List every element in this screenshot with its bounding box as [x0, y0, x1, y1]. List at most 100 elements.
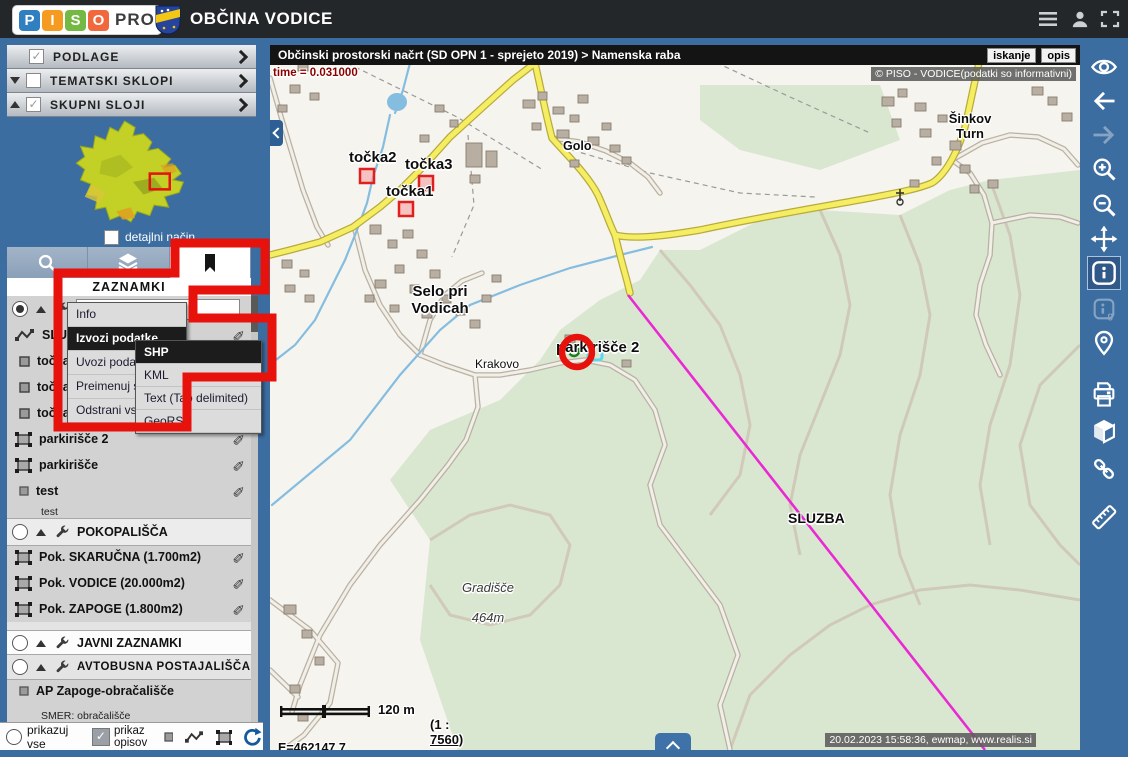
- show-desc-checkbox[interactable]: ✓: [92, 728, 110, 746]
- show-desc-label: prikaz opisov: [114, 725, 154, 749]
- print-icon[interactable]: [1090, 381, 1118, 409]
- podlage-checkbox[interactable]: ✓: [29, 49, 44, 64]
- list-spacer: [7, 622, 251, 630]
- panel-bar-skupni[interactable]: ✓ SKUPNI SLOJI: [7, 93, 256, 117]
- bookmark-item-zapoge[interactable]: Pok. ZAPOGE (1.800m2) ✎: [7, 596, 251, 622]
- piso-logo[interactable]: P I S O PRO: [12, 5, 162, 35]
- edit-icon[interactable]: ✎: [232, 548, 245, 566]
- submenu-item-text[interactable]: Text (Tab delimited): [136, 387, 261, 410]
- search-button[interactable]: iskanje: [987, 48, 1036, 63]
- bottom-strip: [0, 750, 1128, 757]
- polygon-tool-icon[interactable]: [216, 730, 232, 745]
- tools-wrench-icon[interactable]: [54, 635, 70, 651]
- refresh-icon[interactable]: [242, 727, 263, 747]
- tematski-checkbox[interactable]: ✓: [26, 73, 41, 88]
- user-icon[interactable]: [1070, 10, 1090, 28]
- collapse-up-icon[interactable]: [36, 640, 46, 647]
- detail-mode-checkbox[interactable]: ✓: [104, 230, 119, 245]
- tab-search[interactable]: [7, 247, 88, 278]
- group-radio[interactable]: [12, 301, 28, 317]
- map-label-tocka2: točka2: [349, 149, 397, 166]
- collapse-up-icon[interactable]: [36, 529, 46, 536]
- svg-text:g: g: [1108, 310, 1114, 320]
- chevron-right-icon: [234, 74, 248, 88]
- edit-icon[interactable]: ✎: [232, 482, 245, 500]
- polygon-icon: [15, 550, 32, 565]
- bookmark-item-vodice[interactable]: Pok. VODICE (20.000m2) ✎: [7, 570, 251, 596]
- tab-bookmarks[interactable]: [170, 247, 251, 278]
- collapse-up-icon[interactable]: [36, 664, 46, 671]
- bookmark-icon: [199, 252, 221, 274]
- map-label-gradisce: Gradišče 464m: [448, 565, 528, 625]
- map-label-krakovo: Krakovo: [475, 357, 519, 371]
- bookmarks-panel-title: ZAZNAMKI: [7, 278, 251, 296]
- collapse-down-icon[interactable]: [10, 77, 20, 84]
- bookmark-item-test[interactable]: test ✎: [7, 478, 251, 504]
- map-label-golo: Golo: [563, 139, 591, 153]
- logo-letter: P: [19, 10, 40, 31]
- show-all-radio[interactable]: [6, 729, 22, 745]
- edit-icon[interactable]: ✎: [232, 574, 245, 592]
- sidebar-collapse-tab[interactable]: [270, 120, 283, 146]
- bookmark-group-avtobusna[interactable]: AVTOBUSNA POSTAJALIŠČA: [7, 654, 251, 680]
- show-all-label: prikazuj vse: [27, 723, 87, 751]
- point-icon: [19, 408, 30, 419]
- collapse-up-icon[interactable]: [36, 306, 46, 313]
- share-link-icon[interactable]: [1090, 455, 1118, 483]
- submenu-item-georss[interactable]: GeoRSS: [136, 410, 261, 433]
- pan-move-icon[interactable]: [1090, 225, 1118, 253]
- tools-wrench-icon[interactable]: [54, 659, 70, 675]
- point-tool-icon[interactable]: [164, 732, 173, 742]
- fullscreen-icon[interactable]: [1100, 10, 1120, 28]
- identify-info-button[interactable]: [1088, 257, 1120, 289]
- scrollbar-thumb[interactable]: [251, 296, 258, 332]
- location-pin-icon[interactable]: [1090, 329, 1118, 357]
- polygon-icon: [15, 432, 32, 447]
- collapse-up-icon[interactable]: [10, 101, 20, 108]
- municipality-coat-of-arms: [155, 5, 181, 35]
- bookmark-item-parkirisce[interactable]: parkirišče ✎: [7, 452, 251, 478]
- menu-icon[interactable]: [1038, 10, 1058, 28]
- bookmark-item-ap-zapoge[interactable]: AP Zapoge-obračališče: [7, 678, 251, 704]
- map-attribution: © PISO - VODICE(podatki so informativni): [871, 67, 1076, 81]
- bookmark-group-pokopalisca[interactable]: POKOPALIŠČA: [7, 518, 251, 546]
- group-radio[interactable]: [12, 524, 28, 540]
- point-icon: [19, 382, 30, 393]
- panel-bar-tematski[interactable]: ✓ TEMATSKI SKLOPI: [7, 69, 256, 93]
- panel-bar-podlage[interactable]: ✓ PODLAGE: [7, 45, 256, 69]
- polyline-tool-icon[interactable]: [185, 730, 204, 744]
- export-submenu: SHP KML Text (Tab delimited) GeoRSS: [135, 340, 262, 434]
- description-button[interactable]: opis: [1041, 48, 1076, 63]
- zoom-out-icon[interactable]: [1090, 191, 1118, 219]
- bookmark-group-javni[interactable]: JAVNI ZAZNAMKI: [7, 630, 251, 656]
- back-arrow-icon[interactable]: [1090, 87, 1118, 115]
- bookmark-item-skarucna[interactable]: Pok. SKARUČNA (1.700m2) ✎: [7, 544, 251, 570]
- map-canvas[interactable]: time = 0.031000 točka2 točka3 točka1 Gol…: [270, 45, 1080, 757]
- app-header: P I S O PRO OBČINA VODICE: [0, 0, 1128, 38]
- render-time-label: time = 0.031000: [273, 67, 358, 79]
- edit-icon[interactable]: ✎: [232, 456, 245, 474]
- visibility-eye-icon[interactable]: [1090, 53, 1118, 81]
- scale-ratio-link[interactable]: 7560: [430, 732, 459, 747]
- chevron-right-icon: [234, 98, 248, 112]
- forward-arrow-icon[interactable]: [1090, 121, 1118, 149]
- measure-ruler-icon[interactable]: [1090, 503, 1118, 531]
- overview-map[interactable]: [0, 117, 263, 228]
- submenu-item-kml[interactable]: KML: [136, 364, 261, 387]
- chevron-left-icon: [272, 127, 283, 138]
- zoom-in-icon[interactable]: [1090, 155, 1118, 183]
- tools-wrench-icon[interactable]: [54, 524, 70, 540]
- map-label-tocka1: točka1: [386, 183, 434, 200]
- skupni-checkbox[interactable]: ✓: [26, 97, 41, 112]
- group-info-icon[interactable]: g: [1090, 295, 1118, 323]
- polygon-icon: [15, 576, 32, 591]
- 3d-cube-icon[interactable]: [1090, 417, 1118, 445]
- detail-mode-row[interactable]: ✓ detajlni način: [0, 228, 263, 247]
- chevron-right-icon: [234, 50, 248, 64]
- tab-layers[interactable]: [88, 247, 169, 278]
- edit-icon[interactable]: ✎: [232, 600, 245, 618]
- menu-item-info[interactable]: Info: [68, 303, 186, 327]
- group-radio[interactable]: [12, 659, 28, 675]
- submenu-item-shp[interactable]: SHP: [136, 341, 261, 364]
- group-radio[interactable]: [12, 635, 28, 651]
